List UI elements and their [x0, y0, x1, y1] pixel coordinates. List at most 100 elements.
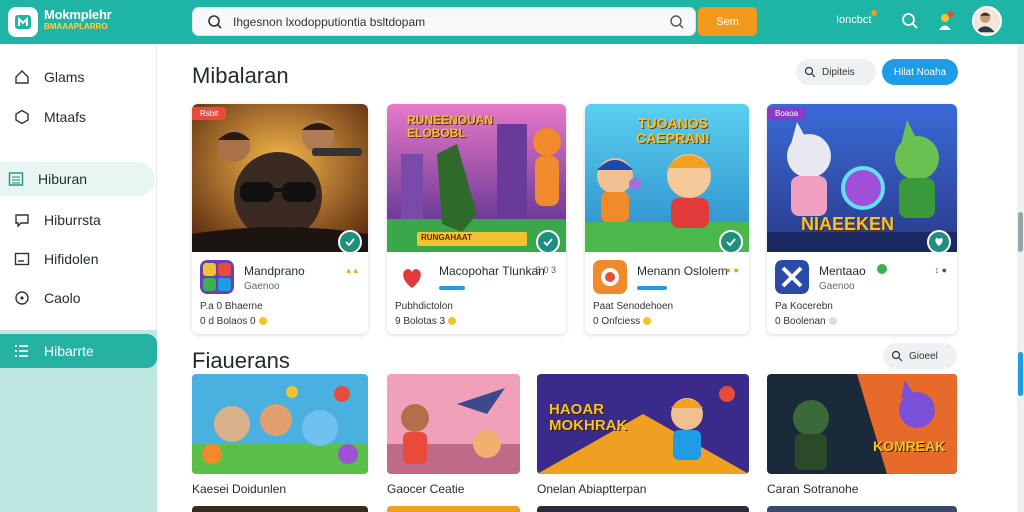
card-meta: P.a 0 Bhaerne: [200, 301, 263, 312]
thumbnail-label: Caran Sotranohe: [767, 482, 859, 496]
app-icon: [593, 260, 627, 294]
search-button[interactable]: Sem: [698, 7, 757, 36]
filter-button-secondary[interactable]: Gioeel: [883, 343, 957, 369]
check-icon: [543, 238, 553, 247]
notification-bell-icon[interactable]: [935, 10, 955, 32]
logo-icon: [15, 15, 31, 29]
game-card[interactable]: Boaoa NIAEEKEN Mentaao Gaenoo ↕ ● Pa Koc…: [767, 104, 957, 334]
sidebar-item-label: Hibarrte: [44, 343, 94, 359]
section-title: Mibalaran: [192, 63, 289, 88]
header-link[interactable]: Ioncbct: [836, 10, 878, 26]
game-card[interactable]: RUNEENOUAN ELOBOBL RUNGAHAAT Macopohar T…: [387, 104, 566, 334]
search-icon: [208, 15, 222, 29]
card-subtitle: Gaenoo: [819, 281, 855, 292]
art-caption: RUNGAHAAT: [421, 233, 472, 242]
favorite-badge[interactable]: [719, 230, 743, 254]
card-tag: Boaoa: [767, 107, 807, 120]
card-rating: S 0 3: [534, 265, 556, 275]
window-icon: [14, 252, 30, 266]
sidebar-item-hiburan[interactable]: Hiburan: [0, 162, 155, 196]
game-thumbnail-partial[interactable]: [387, 506, 520, 512]
search-submit-icon[interactable]: [669, 14, 685, 30]
card-title: Mentaao: [819, 264, 866, 278]
thumbnail-label: Kaesei Doidunlen: [192, 482, 287, 496]
check-icon: [345, 238, 355, 247]
game-thumbnail-partial[interactable]: [537, 506, 749, 512]
sidebar-item-label: Hiburan: [38, 171, 88, 187]
filter-button-label: Gioeel: [909, 350, 938, 362]
card-title: Mandprano: [244, 264, 305, 278]
circle-dot-icon: [15, 291, 29, 305]
search-input[interactable]: [233, 12, 653, 32]
sidebar-item-label: Caolo: [44, 290, 81, 306]
card-meta-text: 0 Boolenan: [775, 316, 826, 327]
game-card[interactable]: Rsbit Mandprano Gaenoo ▴ ▴ P.a 0 Bhaerne…: [192, 104, 368, 334]
game-thumbnail[interactable]: [387, 374, 520, 474]
header-search-icon[interactable]: [901, 12, 919, 30]
coin-icon: [643, 317, 652, 325]
filter-button-label: Dipiteis: [822, 66, 855, 78]
game-thumbnail[interactable]: [192, 374, 368, 474]
game-thumbnail-partial[interactable]: [192, 506, 368, 512]
card-meta: Pubhdictolon: [395, 301, 453, 312]
scrollbar-thumb[interactable]: [1018, 352, 1023, 396]
app-logo[interactable]: [8, 7, 38, 37]
view-all-button[interactable]: Hilat Noaha: [882, 59, 958, 85]
sidebar-item-mtaafs[interactable]: Mtaafs: [0, 100, 157, 134]
coin-icon: [828, 317, 837, 325]
art-title: KOMREAK: [873, 438, 946, 454]
favorite-badge[interactable]: [338, 230, 362, 254]
heart-icon: [935, 238, 943, 246]
app-icon: [200, 260, 234, 294]
user-avatar[interactable]: [972, 6, 1002, 36]
search-icon: [891, 350, 903, 362]
card-tag: Rsbit: [192, 107, 227, 120]
favorite-badge[interactable]: [536, 230, 560, 254]
game-thumbnail[interactable]: KOMREAK: [767, 374, 957, 474]
card-meta: Pa Kocerebn: [775, 301, 833, 312]
card-meta-secondary: 0 d Bolaos 0: [200, 316, 267, 327]
check-icon: [726, 238, 736, 247]
game-thumbnail-partial[interactable]: [767, 506, 957, 512]
card-rating: ↕ ●: [934, 265, 947, 275]
menu-icon: [15, 345, 28, 357]
card-meta-text: 9 Bolotas 3: [395, 316, 446, 327]
card-meta-text: 0 d Bolaos 0: [200, 316, 256, 327]
section-title-secondary: Fiauerans: [192, 348, 290, 373]
game-card[interactable]: TUOANOS CAEPRAN! Menann Oslolem ● ● Paat…: [585, 104, 749, 334]
thumbnail-artwork: [192, 374, 368, 474]
brand: Mokmplehr BMAAAPLARRO: [44, 8, 112, 31]
coin-icon: [258, 317, 267, 325]
card-rating: ▴ ▴: [346, 265, 358, 275]
app-icon: [775, 260, 809, 294]
sidebar-item-hiburrsta[interactable]: Hiburrsta: [0, 203, 157, 237]
card-rating: ● ●: [725, 265, 739, 275]
chat-icon: [15, 214, 29, 228]
card-meta-secondary: 9 Bolotas 3: [395, 316, 457, 327]
thumbnail-artwork: [387, 374, 520, 474]
brand-name: Mokmplehr: [44, 7, 112, 22]
thumbnail-label: Onelan Abiaptterpan: [537, 482, 647, 496]
card-title: Macopohar Tlunkan: [439, 264, 545, 278]
avatar-icon: [975, 12, 995, 33]
scrollbar-marker: [1018, 212, 1023, 252]
card-subtitle: Gaenoo: [244, 281, 280, 292]
game-artwork: [192, 104, 368, 252]
game-thumbnail[interactable]: HAOAR MOKHRAK: [537, 374, 749, 474]
sidebar-item-caolo[interactable]: Caolo: [0, 281, 157, 315]
favorite-badge[interactable]: [927, 230, 951, 254]
sidebar-item-glams[interactable]: Glams: [0, 60, 157, 94]
sidebar-item-hifidolen[interactable]: Hifidolen: [0, 242, 157, 276]
scrollbar-track[interactable]: [1017, 44, 1024, 512]
card-meta-secondary: 0 Boolenan: [775, 316, 837, 327]
brand-subtitle: BMAAAPLARRO: [44, 22, 108, 31]
thumbnail-label: Gaocer Ceatie: [387, 482, 465, 496]
home-icon: [15, 70, 29, 84]
sidebar-item-label: Hiburrsta: [44, 212, 101, 228]
app-icon: [403, 269, 421, 288]
search-bar: [192, 7, 696, 36]
list-icon: [8, 172, 24, 186]
sidebar-item-hibarrte[interactable]: Hibarrte: [0, 334, 157, 368]
coin-icon: [448, 317, 457, 325]
filter-button[interactable]: Dipiteis: [796, 59, 876, 85]
